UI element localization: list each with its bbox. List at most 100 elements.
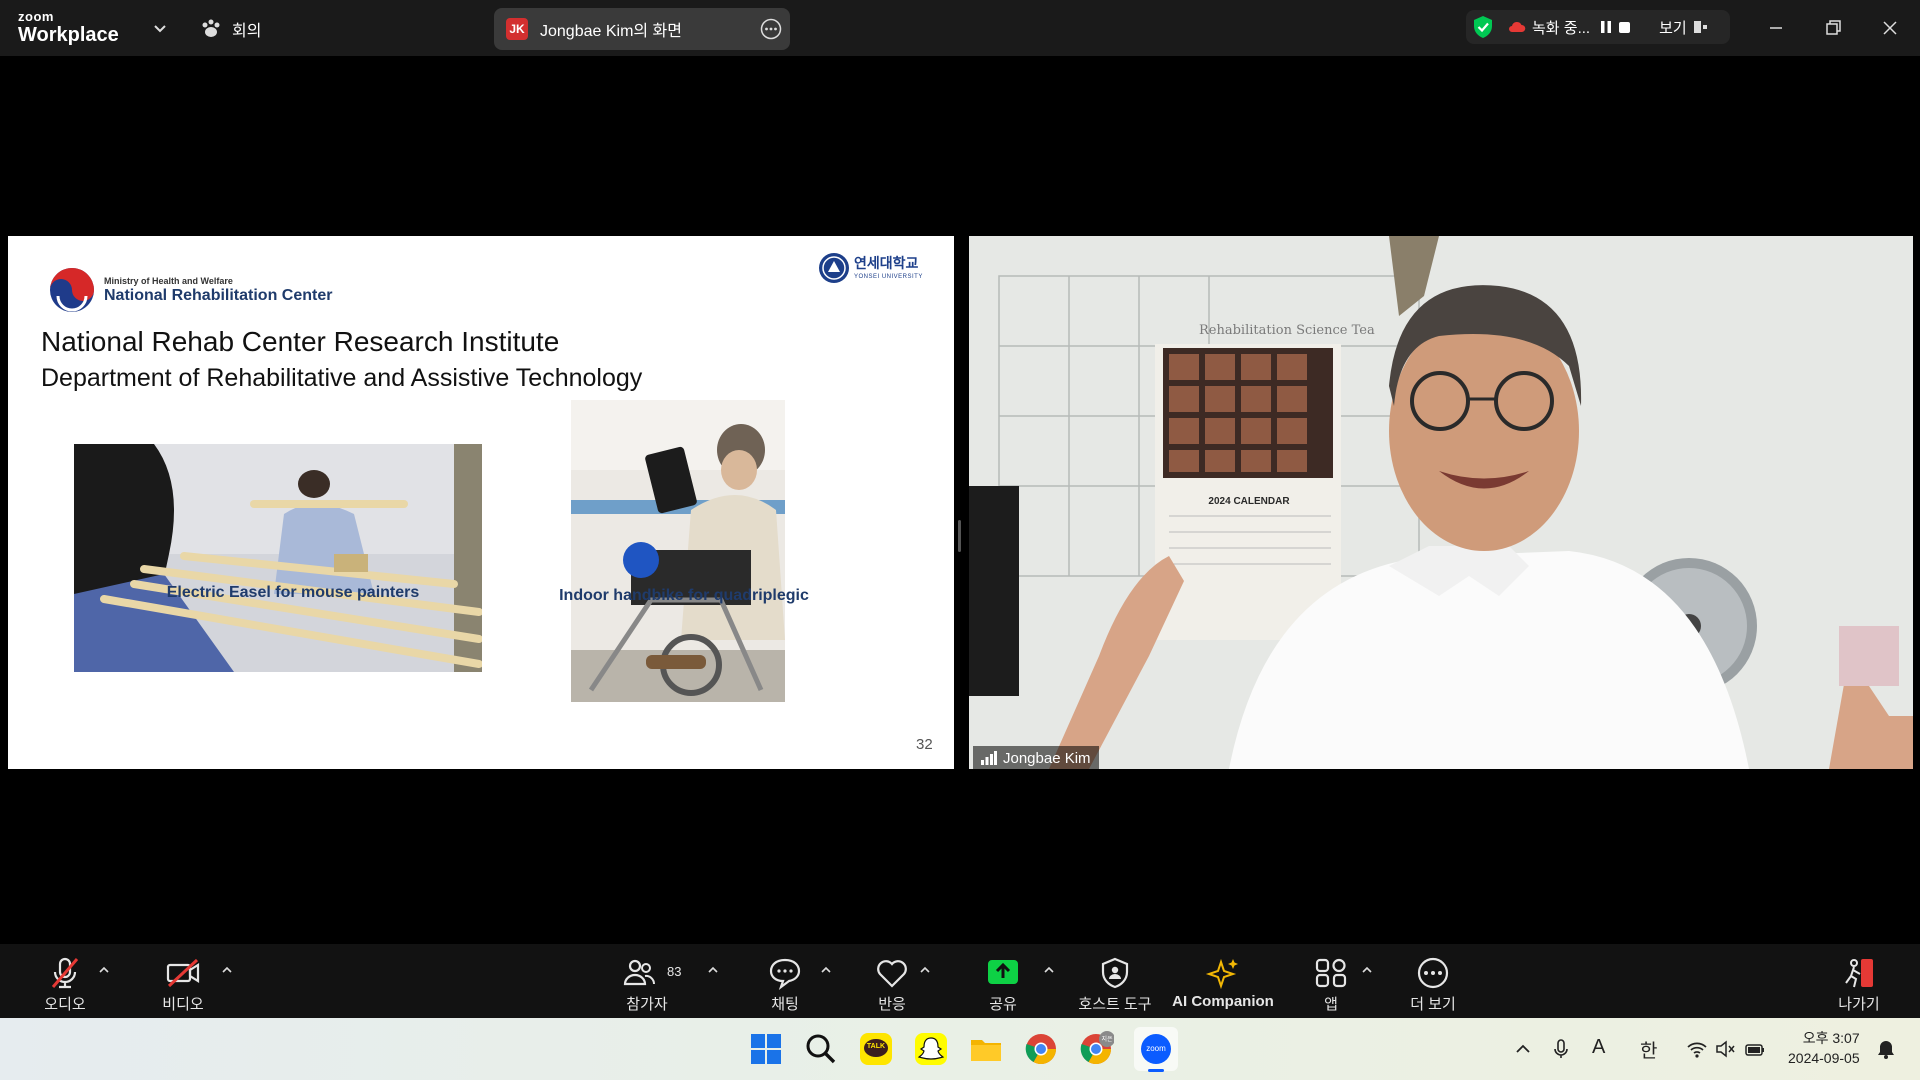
windows-start-icon[interactable] <box>748 1031 784 1067</box>
meeting-controls: 오디오 비디오 참가자 83 채팅 반응 공유 호스트 도구 AI Compan… <box>0 944 1920 1018</box>
video-label: 비디오 <box>162 996 204 1013</box>
participant-count: 83 <box>667 964 682 979</box>
recording-status: 녹화 중... 보기 <box>1466 10 1730 44</box>
brand-small: zoom <box>18 9 54 24</box>
clock-time: 오후 3:07 <box>1802 1030 1860 1046</box>
host-tools-label: 호스트 도구 <box>1078 996 1152 1013</box>
chrome-icon[interactable] <box>1023 1031 1059 1067</box>
notification-bell-icon[interactable] <box>1875 1038 1897 1060</box>
ime-language-a[interactable]: A <box>1592 1036 1614 1058</box>
participants-label: 참가자 <box>626 996 668 1013</box>
shield-icon <box>1101 957 1129 989</box>
wifi-icon[interactable] <box>1686 1038 1708 1060</box>
meeting-menu[interactable]: 회의 <box>200 17 261 41</box>
easel-photo <box>74 444 482 672</box>
close-icon[interactable] <box>1878 16 1902 40</box>
chrome-profile-icon[interactable]: 지은 <box>1078 1031 1115 1067</box>
kakaotalk-icon[interactable]: TALK <box>858 1031 894 1067</box>
apps-label: 앱 <box>1324 996 1338 1013</box>
apps-options-chevron-icon[interactable] <box>1361 964 1373 976</box>
sparkle-icon <box>1205 958 1238 990</box>
share-screen-icon <box>988 960 1018 984</box>
video-button[interactable]: 비디오 <box>148 944 218 1018</box>
more-options-icon[interactable] <box>760 18 782 40</box>
zoom-workplace-logo: zoom Workplace <box>18 10 119 45</box>
windows-taskbar: TALK 지은 zoom A 한 오후 3:07 2024-09-05 <box>0 1018 1920 1080</box>
view-layout-icon[interactable] <box>1693 20 1709 34</box>
apps-button[interactable]: 앱 <box>1296 944 1366 1018</box>
chevron-down-icon[interactable] <box>150 18 170 38</box>
share-screen-button[interactable]: 공유 <box>968 944 1038 1018</box>
reactions-button[interactable]: 반응 <box>857 944 927 1018</box>
participants-options-chevron-icon[interactable] <box>707 964 719 976</box>
active-indicator <box>1148 1069 1164 1072</box>
host-tools-button[interactable]: 호스트 도구 <box>1065 944 1165 1018</box>
share-options-chevron-icon[interactable] <box>1043 964 1055 976</box>
ministry-name: Ministry of Health and Welfare <box>104 275 233 286</box>
yonsei-logo: 연세대학교 YONSEI UNIVERSITY <box>818 252 923 284</box>
caption-electric-easel: Electric Easel for mouse painters <box>166 584 420 601</box>
paw-icon <box>202 19 220 37</box>
leave-icon <box>1845 959 1873 988</box>
poster-calendar-text: 2024 CALENDAR <box>1208 496 1290 507</box>
zoom-taskbar-item[interactable]: zoom <box>1134 1027 1178 1072</box>
taegeuk-icon <box>50 268 94 312</box>
brand-big: Workplace <box>18 24 119 46</box>
stop-icon[interactable] <box>1618 21 1631 34</box>
battery-charging-icon[interactable] <box>1744 1038 1766 1060</box>
more-label: 더 보기 <box>1410 996 1456 1013</box>
microphone-icon[interactable] <box>1550 1038 1572 1060</box>
show-hidden-icons-chevron-icon[interactable] <box>1512 1038 1534 1060</box>
file-explorer-icon[interactable] <box>968 1031 1004 1067</box>
system-clock[interactable]: 오후 3:07 2024-09-05 <box>1788 1028 1860 1068</box>
meeting-label: 회의 <box>232 23 262 40</box>
apps-icon <box>1315 958 1347 988</box>
slide-subtitle: Department of Rehabilitative and Assisti… <box>41 364 643 392</box>
share-label: 공유 <box>989 996 1017 1013</box>
slide-title: National Rehab Center Research Institute <box>41 326 560 357</box>
camera-off-icon <box>166 958 200 988</box>
screen-share-indicator[interactable]: JK Jongbae Kim의 화면 <box>494 8 790 50</box>
ime-hangul-mode[interactable]: 한 <box>1640 1036 1662 1062</box>
yonsei-english: YONSEI UNIVERSITY <box>854 274 923 280</box>
title-bar: zoom Workplace 회의 JK Jongbae Kim의 화면 녹화 … <box>0 0 1920 56</box>
split-view-handle[interactable] <box>958 520 961 552</box>
participant-name: Jongbae Kim <box>1003 749 1091 767</box>
audio-button[interactable]: 오디오 <box>30 944 100 1018</box>
clock-date: 2024-09-05 <box>1788 1050 1860 1066</box>
video-options-chevron-icon[interactable] <box>221 964 233 976</box>
chrome-profile-badge: 지은 <box>1101 1037 1113 1043</box>
minimize-icon[interactable] <box>1764 16 1788 40</box>
participant-name-tag: Jongbae Kim <box>973 746 1099 770</box>
reactions-options-chevron-icon[interactable] <box>919 964 931 976</box>
presenter-badge: JK <box>506 18 528 40</box>
participants-icon <box>623 959 656 986</box>
chat-button[interactable]: 채팅 <box>750 944 820 1018</box>
audio-options-chevron-icon[interactable] <box>98 964 110 976</box>
caption-handbike: Indoor handbike for quadriplegic <box>559 587 809 604</box>
center-name: National Rehabilitation Center <box>104 286 333 304</box>
handbike-photo <box>571 400 785 702</box>
search-icon[interactable] <box>803 1031 839 1067</box>
pause-icon[interactable] <box>1600 20 1612 34</box>
leave-button[interactable]: 나가기 <box>1822 944 1896 1018</box>
snapchat-icon[interactable] <box>913 1031 949 1067</box>
participants-button[interactable]: 참가자 <box>612 944 682 1018</box>
volume-muted-icon[interactable] <box>1714 1038 1736 1060</box>
shield-check-icon[interactable] <box>1472 15 1494 39</box>
participant-video[interactable]: Rehabilitation Science Tea 2024 CALENDAR <box>969 236 1913 769</box>
chat-label: 채팅 <box>771 996 799 1013</box>
restore-icon[interactable] <box>1821 16 1845 40</box>
chat-options-chevron-icon[interactable] <box>820 964 832 976</box>
audio-label: 오디오 <box>44 996 86 1013</box>
more-button[interactable]: 더 보기 <box>1398 944 1468 1018</box>
ai-companion-button[interactable]: AI Companion <box>1170 944 1276 1018</box>
ministry-logo: Ministry of Health and Welfare National … <box>48 266 332 314</box>
yonsei-seal-icon <box>819 253 849 283</box>
reactions-label: 반응 <box>878 996 906 1013</box>
yonsei-korean: 연세대학교 <box>854 255 919 271</box>
heart-icon <box>877 960 907 988</box>
view-label[interactable]: 보기 <box>1659 17 1687 38</box>
chat-icon <box>769 958 801 990</box>
recording-label: 녹화 중... <box>1532 19 1591 37</box>
